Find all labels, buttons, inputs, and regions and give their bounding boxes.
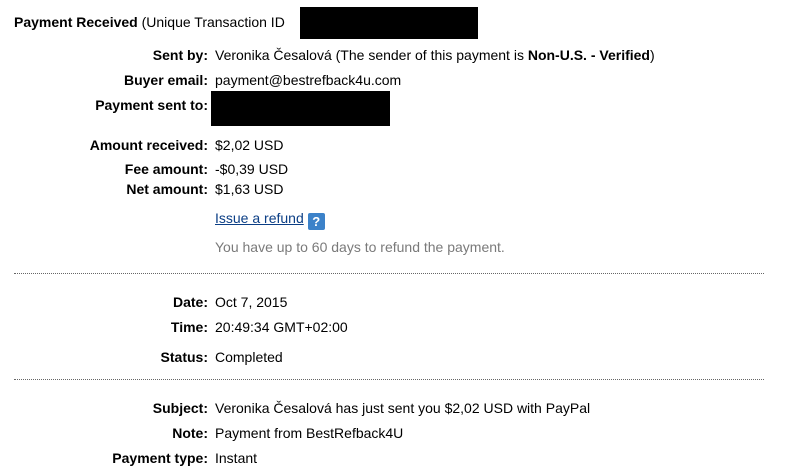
sender-verification-status: Non-U.S. - Verified [527, 47, 650, 63]
net-amount-label: Net amount: [126, 181, 208, 197]
payment-heading: Payment Received (Unique Transaction ID [14, 14, 285, 30]
sender-note-prefix: (The sender of this payment is [335, 47, 524, 63]
amount-received-value: $2,02 USD [215, 137, 284, 153]
issue-refund-link[interactable]: Issue a refund [215, 210, 304, 226]
sent-by-value: Veronika Česalová (The sender of this pa… [215, 47, 655, 63]
sent-by-label: Sent by: [152, 47, 208, 63]
status-value: Completed [215, 349, 283, 365]
divider [14, 379, 764, 380]
fee-amount-label: Fee amount: [124, 161, 208, 177]
payment-type-label: Payment type: [112, 450, 208, 466]
redacted-transaction-id [300, 7, 478, 39]
net-amount-value: $1,63 USD [215, 181, 284, 197]
buyer-email-value: payment@bestrefback4u.com [215, 72, 402, 88]
sender-note-suffix: ) [649, 47, 655, 63]
transaction-id-label: (Unique Transaction ID [141, 14, 285, 30]
status-label: Status: [160, 349, 208, 365]
note-label: Note: [172, 425, 208, 441]
divider [14, 273, 764, 274]
date-label: Date: [172, 294, 208, 310]
subject-value: Veronika Česalová has just sent you $2,0… [215, 400, 591, 416]
time-value: 20:49:34 GMT+02:00 [215, 319, 348, 335]
fee-amount-value: -$0,39 USD [215, 161, 289, 177]
redacted-recipient [211, 91, 390, 126]
amount-received-label: Amount received: [89, 137, 208, 153]
note-value: Payment from BestRefback4U [215, 425, 404, 441]
page-title: Payment Received [14, 14, 138, 30]
buyer-email-label: Buyer email: [123, 72, 208, 88]
payment-type-value: Instant [215, 450, 258, 466]
sender-name: Veronika Česalová [215, 47, 332, 63]
help-question-icon[interactable]: ? [307, 213, 325, 230]
time-label: Time: [170, 319, 208, 335]
subject-label: Subject: [152, 400, 208, 416]
refund-note: You have up to 60 days to refund the pay… [215, 239, 505, 255]
payment-sent-to-label: Payment sent to: [95, 97, 208, 113]
refund-row: Issue a refund? [215, 210, 325, 230]
date-value: Oct 7, 2015 [215, 294, 288, 310]
